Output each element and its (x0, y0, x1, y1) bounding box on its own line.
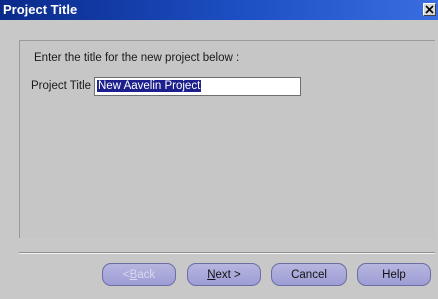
dialog-title: Project Title (3, 2, 78, 17)
project-title-value: New Aavelin Project (97, 80, 202, 92)
next-button[interactable]: Next > (187, 263, 261, 286)
close-icon (425, 5, 434, 14)
project-title-dialog: Project Title Enter the title for the ne… (0, 0, 438, 299)
instruction-text: Enter the title for the new project belo… (34, 52, 240, 64)
back-button-mnemonic: B (129, 268, 138, 281)
back-button-prefix: < (122, 268, 130, 281)
back-button-rest: ack (137, 268, 156, 281)
project-title-label: Project Title : (31, 80, 98, 92)
content-panel (19, 40, 435, 238)
help-button[interactable]: Help (357, 263, 431, 286)
button-divider (19, 252, 435, 254)
title-bar[interactable]: Project Title (0, 0, 438, 20)
next-button-mnemonic: N (207, 268, 216, 281)
project-title-input[interactable]: New Aavelin Project (94, 77, 301, 96)
close-button[interactable] (423, 3, 436, 16)
back-button[interactable]: < Back (102, 263, 176, 286)
next-button-rest: ext > (215, 268, 241, 281)
cancel-button[interactable]: Cancel (271, 263, 347, 286)
